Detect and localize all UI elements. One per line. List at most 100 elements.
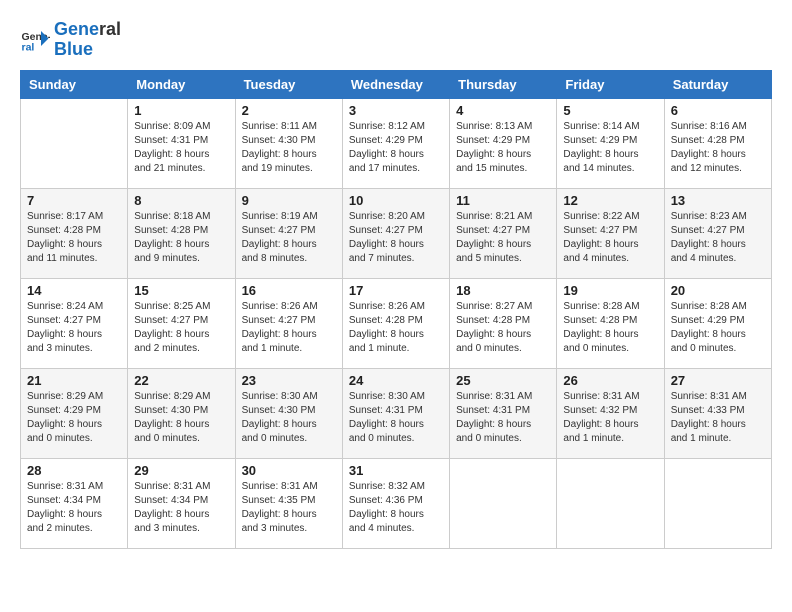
cell-info: Sunrise: 8:28 AM Sunset: 4:29 PM Dayligh… — [671, 300, 765, 356]
week-row-3: 14 Sunrise: 8:24 AM Sunset: 4:27 PM Dayli… — [21, 278, 772, 368]
page-header: Gene- ral General Blue — [20, 20, 772, 60]
cell-info: Sunrise: 8:14 AM Sunset: 4:29 PM Dayligh… — [563, 120, 657, 176]
cell-info: Sunrise: 8:31 AM Sunset: 4:34 PM Dayligh… — [27, 480, 121, 536]
cell-info: Sunrise: 8:22 AM Sunset: 4:27 PM Dayligh… — [563, 210, 657, 266]
day-number: 4 — [456, 103, 550, 118]
day-number: 19 — [563, 283, 657, 298]
cell-info: Sunrise: 8:27 AM Sunset: 4:28 PM Dayligh… — [456, 300, 550, 356]
logo-icon: Gene- ral — [20, 25, 50, 55]
week-row-1: 1 Sunrise: 8:09 AM Sunset: 4:31 PM Daylig… — [21, 98, 772, 188]
cell-info: Sunrise: 8:32 AM Sunset: 4:36 PM Dayligh… — [349, 480, 443, 536]
calendar-cell: 21 Sunrise: 8:29 AM Sunset: 4:29 PM Dayli… — [21, 368, 128, 458]
day-number: 13 — [671, 193, 765, 208]
day-number: 20 — [671, 283, 765, 298]
calendar-cell: 7Sunrise: 8:17 AM Sunset: 4:28 PM Daylig… — [21, 188, 128, 278]
day-header-saturday: Saturday — [664, 70, 771, 98]
calendar-cell: 26 Sunrise: 8:31 AM Sunset: 4:32 PM Dayli… — [557, 368, 664, 458]
calendar-cell: 20 Sunrise: 8:28 AM Sunset: 4:29 PM Dayli… — [664, 278, 771, 368]
calendar-cell: 5 Sunrise: 8:14 AM Sunset: 4:29 PM Daylig… — [557, 98, 664, 188]
day-header-monday: Monday — [128, 70, 235, 98]
week-row-2: 7Sunrise: 8:17 AM Sunset: 4:28 PM Daylig… — [21, 188, 772, 278]
day-header-friday: Friday — [557, 70, 664, 98]
cell-info: Sunrise: 8:21 AM Sunset: 4:27 PM Dayligh… — [456, 210, 550, 266]
cell-info: Sunrise: 8:17 AM Sunset: 4:28 PM Dayligh… — [27, 210, 121, 266]
day-number: 29 — [134, 463, 228, 478]
day-number: 9 — [242, 193, 336, 208]
calendar-cell: 19 Sunrise: 8:28 AM Sunset: 4:28 PM Dayli… — [557, 278, 664, 368]
week-row-4: 21 Sunrise: 8:29 AM Sunset: 4:29 PM Dayli… — [21, 368, 772, 458]
day-number: 12 — [563, 193, 657, 208]
calendar-cell: 15Sunrise: 8:25 AM Sunset: 4:27 PM Dayli… — [128, 278, 235, 368]
calendar-cell: 11 Sunrise: 8:21 AM Sunset: 4:27 PM Dayli… — [450, 188, 557, 278]
cell-info: Sunrise: 8:19 AM Sunset: 4:27 PM Dayligh… — [242, 210, 336, 266]
calendar-cell: 16 Sunrise: 8:26 AM Sunset: 4:27 PM Dayli… — [235, 278, 342, 368]
calendar-cell — [557, 458, 664, 548]
day-number: 11 — [456, 193, 550, 208]
cell-info: Sunrise: 8:31 AM Sunset: 4:32 PM Dayligh… — [563, 390, 657, 446]
calendar-cell: 30Sunrise: 8:31 AM Sunset: 4:35 PM Dayli… — [235, 458, 342, 548]
calendar-cell: 27 Sunrise: 8:31 AM Sunset: 4:33 PM Dayli… — [664, 368, 771, 458]
calendar-header: SundayMondayTuesdayWednesdayThursdayFrid… — [21, 70, 772, 98]
cell-info: Sunrise: 8:18 AM Sunset: 4:28 PM Dayligh… — [134, 210, 228, 266]
day-number: 17 — [349, 283, 443, 298]
cell-info: Sunrise: 8:26 AM Sunset: 4:28 PM Dayligh… — [349, 300, 443, 356]
day-number: 1 — [134, 103, 228, 118]
cell-info: Sunrise: 8:29 AM Sunset: 4:30 PM Dayligh… — [134, 390, 228, 446]
day-number: 2 — [242, 103, 336, 118]
cell-info: Sunrise: 8:13 AM Sunset: 4:29 PM Dayligh… — [456, 120, 550, 176]
day-number: 21 — [27, 373, 121, 388]
calendar-cell: 22 Sunrise: 8:29 AM Sunset: 4:30 PM Dayli… — [128, 368, 235, 458]
calendar-cell: 1 Sunrise: 8:09 AM Sunset: 4:31 PM Daylig… — [128, 98, 235, 188]
calendar-cell: 25 Sunrise: 8:31 AM Sunset: 4:31 PM Dayli… — [450, 368, 557, 458]
cell-info: Sunrise: 8:11 AM Sunset: 4:30 PM Dayligh… — [242, 120, 336, 176]
cell-info: Sunrise: 8:28 AM Sunset: 4:28 PM Dayligh… — [563, 300, 657, 356]
svg-text:ral: ral — [22, 41, 35, 53]
day-number: 31 — [349, 463, 443, 478]
cell-info: Sunrise: 8:23 AM Sunset: 4:27 PM Dayligh… — [671, 210, 765, 266]
cell-info: Sunrise: 8:25 AM Sunset: 4:27 PM Dayligh… — [134, 300, 228, 356]
calendar-cell: 6 Sunrise: 8:16 AM Sunset: 4:28 PM Daylig… — [664, 98, 771, 188]
day-number: 18 — [456, 283, 550, 298]
cell-info: Sunrise: 8:12 AM Sunset: 4:29 PM Dayligh… — [349, 120, 443, 176]
day-number: 10 — [349, 193, 443, 208]
day-number: 6 — [671, 103, 765, 118]
day-number: 5 — [563, 103, 657, 118]
day-number: 25 — [456, 373, 550, 388]
logo: Gene- ral General Blue — [20, 20, 121, 60]
calendar-cell — [450, 458, 557, 548]
day-number: 22 — [134, 373, 228, 388]
calendar-cell — [21, 98, 128, 188]
cell-info: Sunrise: 8:26 AM Sunset: 4:27 PM Dayligh… — [242, 300, 336, 356]
calendar-cell: 9 Sunrise: 8:19 AM Sunset: 4:27 PM Daylig… — [235, 188, 342, 278]
day-header-tuesday: Tuesday — [235, 70, 342, 98]
day-number: 3 — [349, 103, 443, 118]
day-header-thursday: Thursday — [450, 70, 557, 98]
day-number: 27 — [671, 373, 765, 388]
day-number: 16 — [242, 283, 336, 298]
calendar-cell: 24Sunrise: 8:30 AM Sunset: 4:31 PM Dayli… — [342, 368, 449, 458]
calendar-cell: 23Sunrise: 8:30 AM Sunset: 4:30 PM Dayli… — [235, 368, 342, 458]
week-row-5: 28 Sunrise: 8:31 AM Sunset: 4:34 PM Dayli… — [21, 458, 772, 548]
day-number: 14 — [27, 283, 121, 298]
calendar-cell: 8Sunrise: 8:18 AM Sunset: 4:28 PM Daylig… — [128, 188, 235, 278]
cell-info: Sunrise: 8:29 AM Sunset: 4:29 PM Dayligh… — [27, 390, 121, 446]
calendar-cell: 29Sunrise: 8:31 AM Sunset: 4:34 PM Dayli… — [128, 458, 235, 548]
cell-info: Sunrise: 8:24 AM Sunset: 4:27 PM Dayligh… — [27, 300, 121, 356]
calendar-cell: 17 Sunrise: 8:26 AM Sunset: 4:28 PM Dayli… — [342, 278, 449, 368]
cell-info: Sunrise: 8:16 AM Sunset: 4:28 PM Dayligh… — [671, 120, 765, 176]
calendar-cell: 3 Sunrise: 8:12 AM Sunset: 4:29 PM Daylig… — [342, 98, 449, 188]
cell-info: Sunrise: 8:31 AM Sunset: 4:33 PM Dayligh… — [671, 390, 765, 446]
calendar-table: SundayMondayTuesdayWednesdayThursdayFrid… — [20, 70, 772, 549]
day-header-wednesday: Wednesday — [342, 70, 449, 98]
day-number: 23 — [242, 373, 336, 388]
calendar-cell: 18 Sunrise: 8:27 AM Sunset: 4:28 PM Dayli… — [450, 278, 557, 368]
day-number: 28 — [27, 463, 121, 478]
cell-info: Sunrise: 8:31 AM Sunset: 4:31 PM Dayligh… — [456, 390, 550, 446]
calendar-cell: 2 Sunrise: 8:11 AM Sunset: 4:30 PM Daylig… — [235, 98, 342, 188]
cell-info: Sunrise: 8:09 AM Sunset: 4:31 PM Dayligh… — [134, 120, 228, 176]
calendar-cell: 28 Sunrise: 8:31 AM Sunset: 4:34 PM Dayli… — [21, 458, 128, 548]
calendar-cell: 14 Sunrise: 8:24 AM Sunset: 4:27 PM Dayli… — [21, 278, 128, 368]
logo-text: General Blue — [54, 20, 121, 60]
header-row: SundayMondayTuesdayWednesdayThursdayFrid… — [21, 70, 772, 98]
day-number: 26 — [563, 373, 657, 388]
